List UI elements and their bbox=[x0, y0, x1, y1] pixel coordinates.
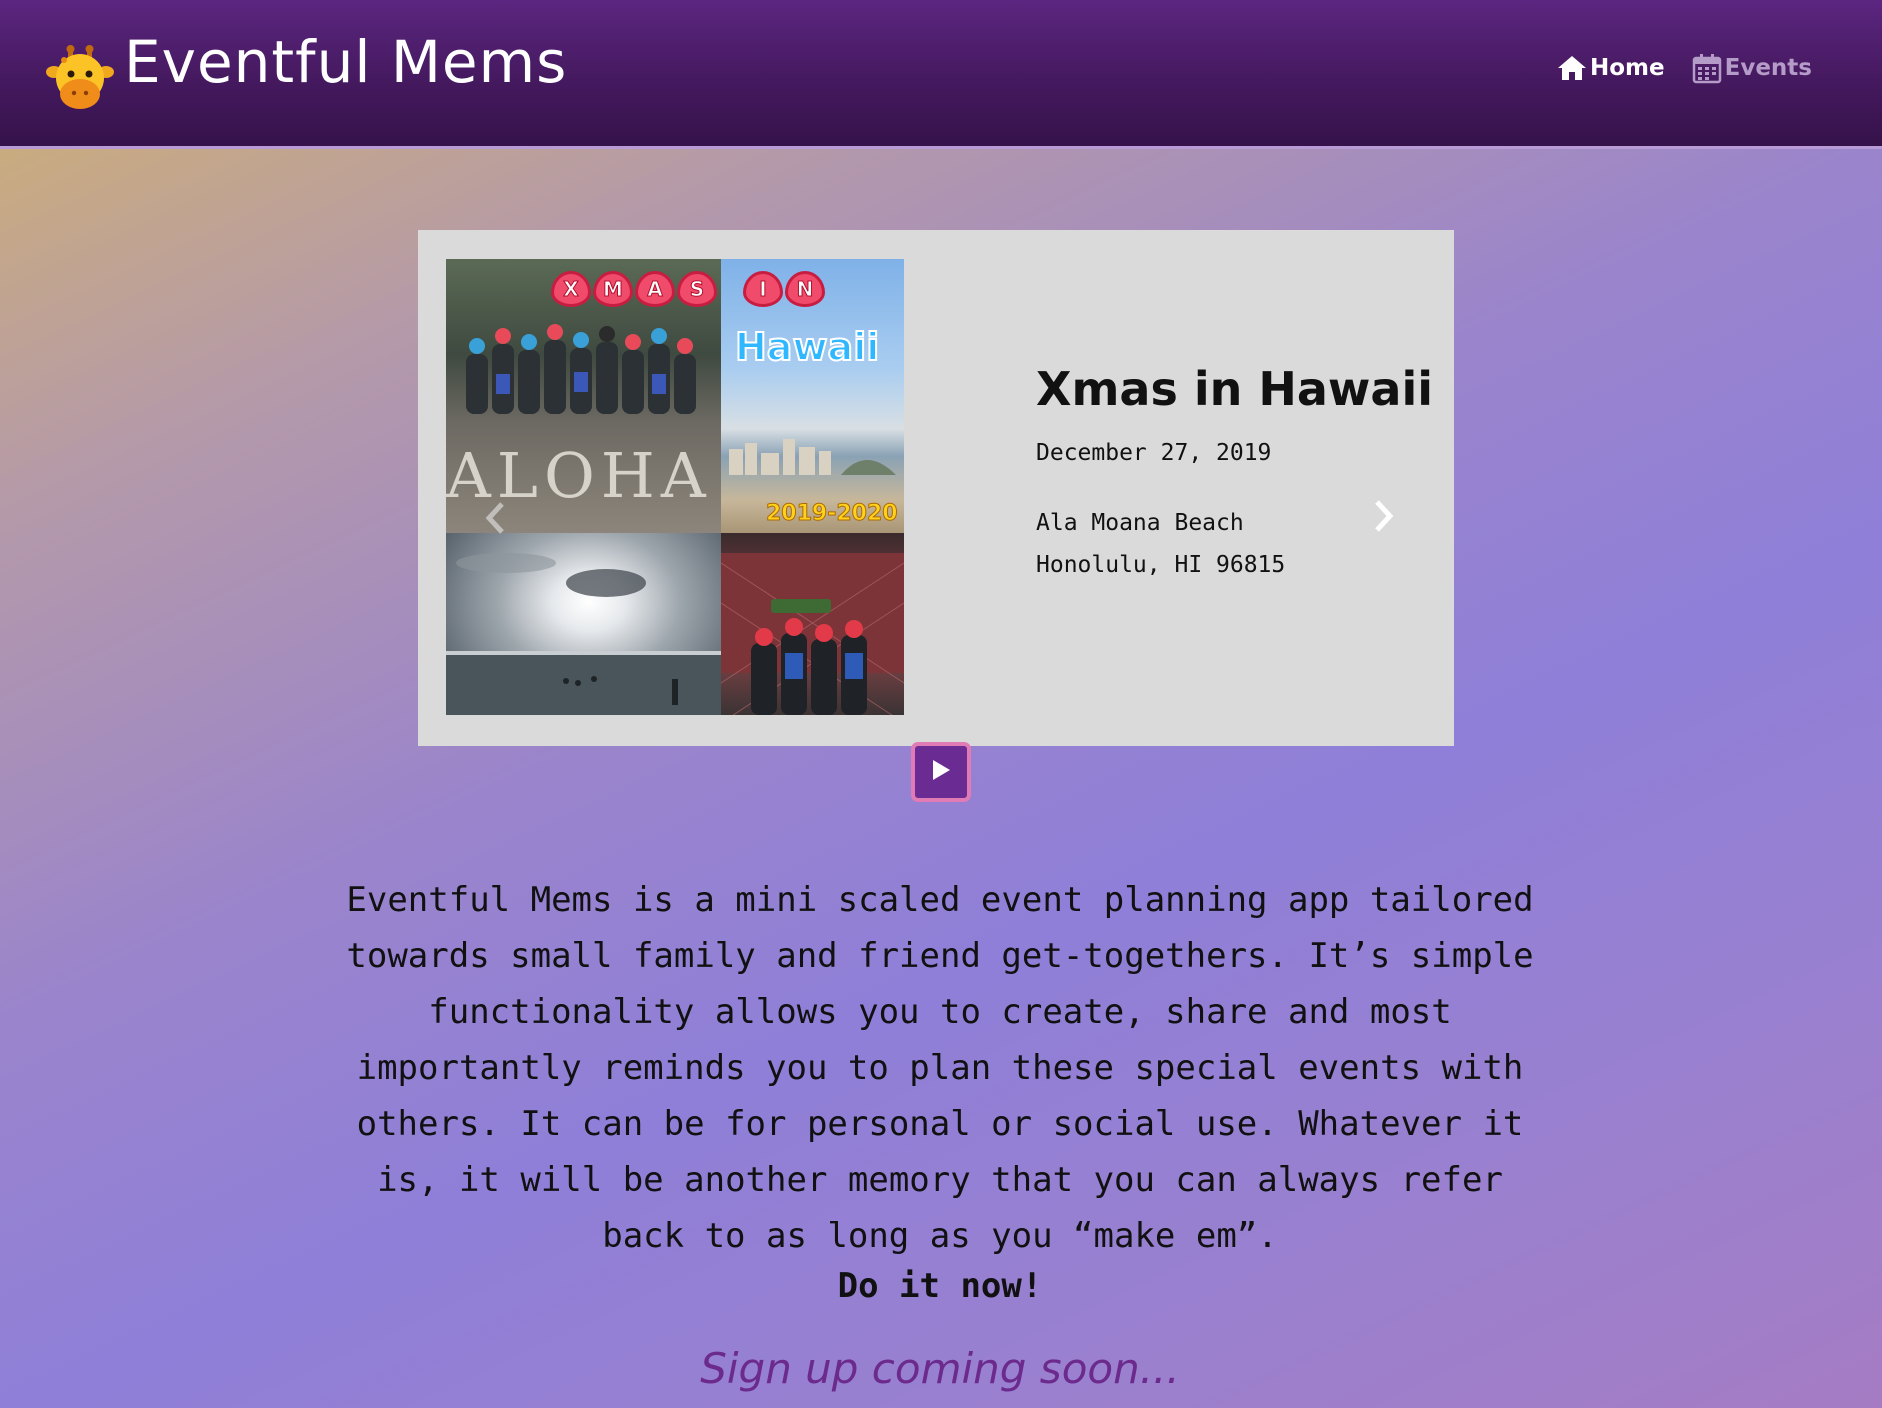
group-people-graphic bbox=[466, 324, 696, 414]
home-icon bbox=[1556, 54, 1588, 82]
nav-home-link[interactable]: Home bbox=[1556, 54, 1665, 82]
carousel-prev-button[interactable] bbox=[478, 500, 512, 540]
heart-letter: X bbox=[551, 271, 591, 307]
event-venue: Ala Moana Beach bbox=[1036, 510, 1244, 536]
carousel-play-button[interactable] bbox=[911, 742, 971, 802]
heart-letter: M bbox=[593, 271, 633, 307]
collage-photo-hawaii-beach: I N Hawaii 2019-2020 bbox=[721, 259, 904, 533]
event-title: Xmas in Hawaii bbox=[1036, 362, 1433, 416]
chevron-left-icon bbox=[484, 501, 506, 539]
play-icon bbox=[930, 758, 952, 786]
heart-letter: I bbox=[743, 271, 783, 307]
nav-events-link[interactable]: Events bbox=[1691, 52, 1812, 84]
xmas-hearts: X M A S bbox=[551, 271, 717, 307]
collage-photo-sunset-ocean bbox=[446, 533, 721, 715]
years-text: 2019-2020 bbox=[766, 501, 899, 527]
call-to-action: Do it now! bbox=[837, 1266, 1043, 1306]
heart-letter: N bbox=[785, 271, 825, 307]
ocean-graphic bbox=[446, 553, 721, 715]
site-brand[interactable]: Eventful Mems bbox=[124, 28, 567, 96]
skyline-graphic bbox=[729, 439, 896, 475]
in-hearts: I N bbox=[743, 271, 825, 307]
nav-home-label: Home bbox=[1590, 55, 1665, 81]
heart-letter: A bbox=[635, 271, 675, 307]
event-date: December 27, 2019 bbox=[1036, 440, 1272, 466]
group-graphic bbox=[721, 553, 904, 715]
signup-notice: Sign up coming soon... bbox=[700, 1344, 1180, 1393]
nav-events-label: Events bbox=[1724, 55, 1812, 81]
heart-letter: S bbox=[677, 271, 717, 307]
main-nav: Home Events bbox=[1556, 52, 1812, 84]
chevron-right-icon bbox=[1373, 499, 1395, 537]
site-header: Eventful Mems Home Events bbox=[0, 0, 1882, 149]
calendar-icon bbox=[1691, 52, 1723, 84]
carousel-next-button[interactable] bbox=[1364, 498, 1404, 538]
about-paragraph: Eventful Mems is a mini scaled event pla… bbox=[346, 880, 1534, 1256]
event-photo-collage: ALOHA X M A S I N Hawaii 2019-2020 bbox=[446, 259, 904, 715]
giraffe-icon[interactable] bbox=[46, 44, 114, 112]
hawaii-text: Hawaii bbox=[734, 324, 880, 370]
collage-photo-coral-crater-group bbox=[721, 533, 904, 715]
event-carousel-card: ALOHA X M A S I N Hawaii 2019-2020 Xmas … bbox=[418, 230, 1454, 746]
event-city: Honolulu, HI 96815 bbox=[1036, 552, 1286, 578]
collage-photo-group-aloha: ALOHA X M A S bbox=[446, 259, 721, 533]
